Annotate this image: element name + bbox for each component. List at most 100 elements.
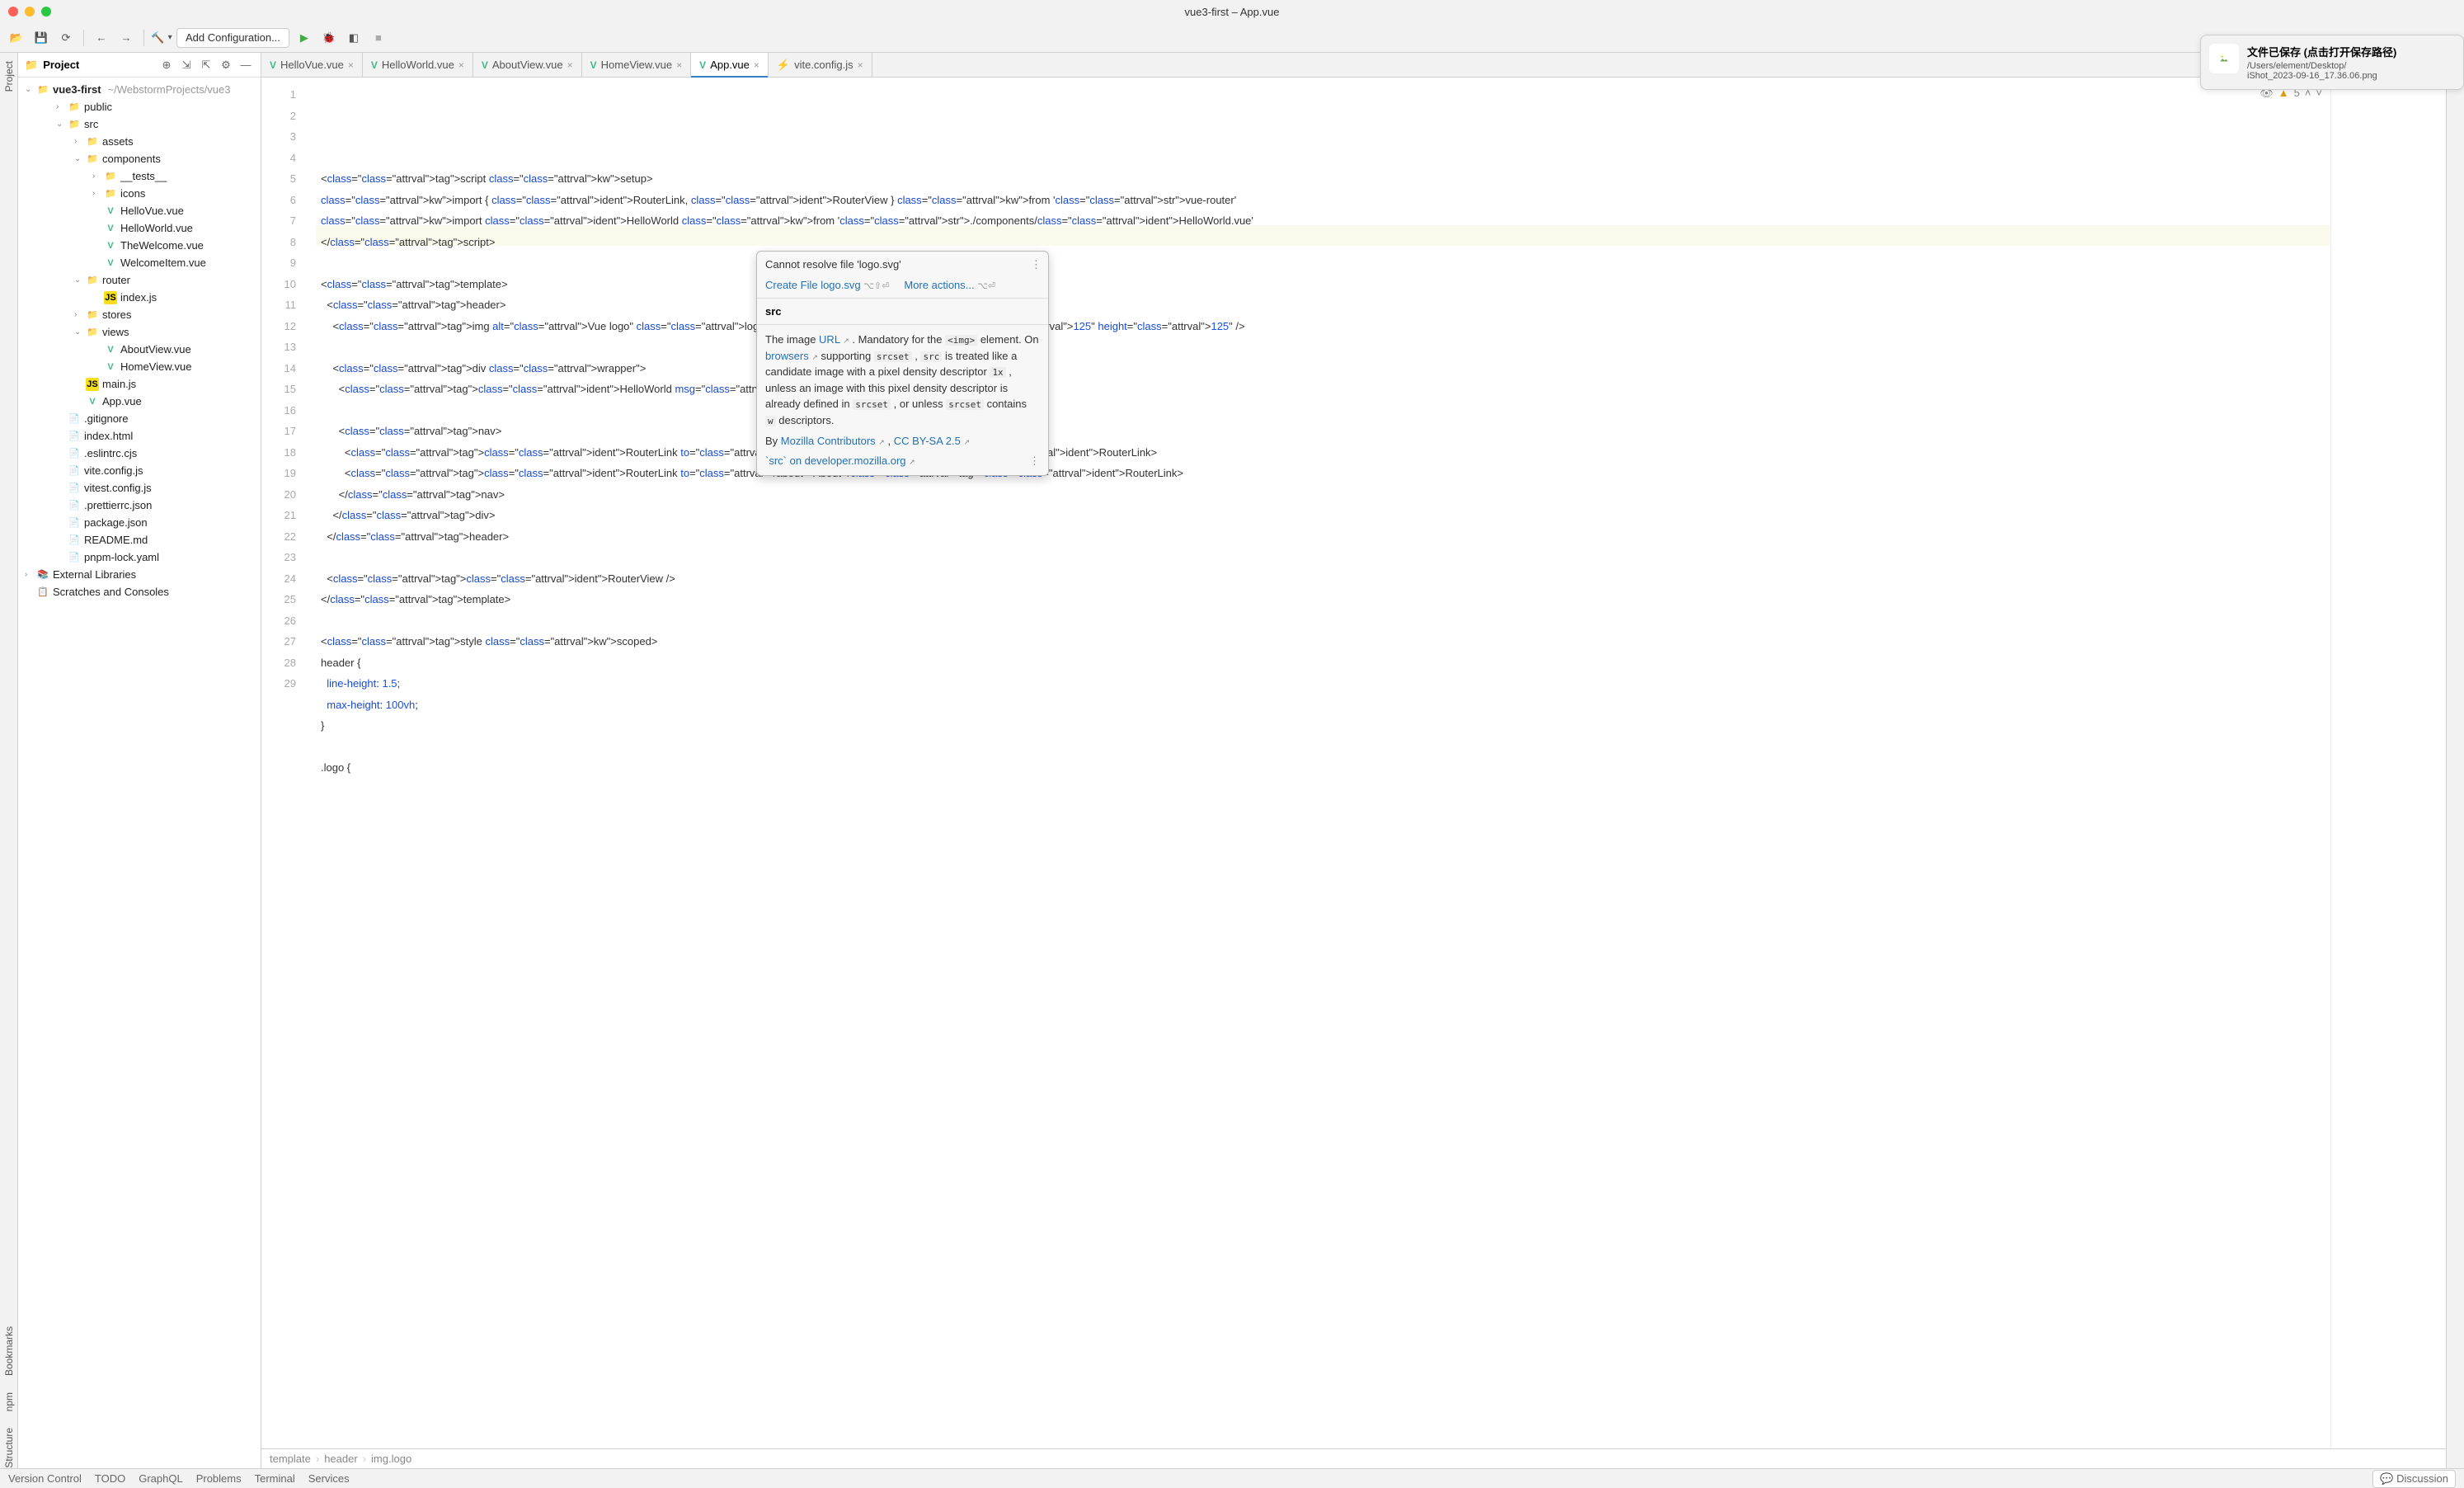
tree-item[interactable]: JSindex.js	[18, 289, 261, 306]
tree-item[interactable]: 📄pnpm-lock.yaml	[18, 549, 261, 566]
tree-item[interactable]: 📄vite.config.js	[18, 462, 261, 479]
editor-tab[interactable]: VAboutView.vue×	[473, 53, 582, 77]
popup-menu-icon[interactable]: ⋮	[1029, 453, 1040, 469]
fold-gutter[interactable]	[303, 78, 316, 1448]
titlebar: vue3-first – App.vue	[0, 0, 2464, 23]
tree-item[interactable]: 📄vitest.config.js	[18, 479, 261, 497]
close-tab-icon[interactable]: ×	[676, 59, 682, 71]
tree-item[interactable]: ⌄📁components	[18, 150, 261, 167]
tree-item[interactable]: 📄README.md	[18, 531, 261, 549]
locate-icon[interactable]: ⊕	[158, 57, 175, 73]
build-config-icon[interactable]: 🔨	[152, 28, 172, 48]
status-item[interactable]: GraphQL	[139, 1472, 182, 1485]
tree-item[interactable]: VApp.vue	[18, 393, 261, 410]
breadcrumb-item[interactable]: header	[324, 1453, 357, 1465]
back-icon[interactable]: ←	[92, 28, 111, 48]
image-icon	[2209, 44, 2239, 73]
tool-project[interactable]: Project	[3, 61, 15, 92]
tree-item[interactable]: VHelloVue.vue	[18, 202, 261, 219]
close-tab-icon[interactable]: ×	[458, 59, 464, 71]
save-icon[interactable]: 💾	[31, 28, 51, 48]
editor-tab[interactable]: VHelloWorld.vue×	[363, 53, 473, 77]
status-item[interactable]: TODO	[95, 1472, 125, 1485]
run-icon[interactable]: ▶	[294, 28, 314, 48]
status-item[interactable]: Terminal	[255, 1472, 295, 1485]
license-link[interactable]: CC BY-SA 2.5 ↗	[894, 435, 970, 447]
tree-item[interactable]: ›📁icons	[18, 185, 261, 202]
code-editor[interactable]: 👁 ▲5 ˄ ˅ <class="class="attrval">tag">sc…	[316, 78, 2330, 1448]
scratches[interactable]: 📋Scratches and Consoles	[18, 583, 261, 600]
tree-item[interactable]: ›📁__tests__	[18, 167, 261, 185]
tree-item[interactable]: VWelcomeItem.vue	[18, 254, 261, 271]
error-stripe[interactable]	[2330, 78, 2446, 1448]
project-view-title[interactable]: Project	[43, 59, 153, 71]
create-file-action[interactable]: Create File logo.svg	[765, 279, 861, 291]
more-actions[interactable]: More actions...	[904, 279, 974, 291]
discussion-widget[interactable]: 💬 Discussion	[2372, 1470, 2456, 1488]
notification-toast[interactable]: 文件已保存 (点击打开保存路径) /Users/element/Desktop/…	[2200, 35, 2464, 90]
doc-section-label: src	[765, 305, 782, 318]
notification-title: 文件已保存 (点击打开保存路径)	[2247, 44, 2455, 59]
tree-item[interactable]: 📄index.html	[18, 427, 261, 445]
browsers-link[interactable]: browsers ↗	[765, 350, 818, 362]
close-tab-icon[interactable]: ×	[858, 59, 863, 71]
hide-icon[interactable]: —	[237, 57, 254, 73]
tree-item[interactable]: JSmain.js	[18, 375, 261, 393]
mdn-link[interactable]: `src` on developer.mozilla.org ↗	[765, 453, 915, 469]
tree-item[interactable]: ⌄📁src	[18, 115, 261, 133]
popup-title: Cannot resolve file 'logo.svg'	[765, 258, 901, 271]
tree-item[interactable]: VTheWelcome.vue	[18, 237, 261, 254]
status-item[interactable]: Version Control	[8, 1472, 82, 1485]
inspection-popup: Cannot resolve file 'logo.svg' ⋮ Create …	[756, 251, 1049, 476]
url-link[interactable]: URL ↗	[819, 333, 849, 346]
editor-tab[interactable]: VHomeView.vue×	[582, 53, 692, 77]
forward-icon[interactable]: →	[116, 28, 136, 48]
tree-item[interactable]: VHelloWorld.vue	[18, 219, 261, 237]
collapse-all-icon[interactable]: ⇱	[198, 57, 214, 73]
tree-item[interactable]: 📄.eslintrc.cjs	[18, 445, 261, 462]
breadcrumb-item[interactable]: img.logo	[371, 1453, 411, 1465]
breadcrumb-item[interactable]: template	[270, 1453, 311, 1465]
coverage-icon[interactable]: ◧	[344, 28, 364, 48]
stop-icon[interactable]: ■	[369, 28, 388, 48]
tool-bookmarks[interactable]: Bookmarks	[3, 1326, 15, 1376]
editor-tab[interactable]: VHelloVue.vue×	[261, 53, 363, 77]
debug-icon[interactable]: 🐞	[319, 28, 339, 48]
status-item[interactable]: Problems	[196, 1472, 242, 1485]
breadcrumb-bar[interactable]: template›header›img.logo	[261, 1448, 2446, 1468]
tool-npm[interactable]: npm	[3, 1392, 15, 1411]
contributors-link[interactable]: Mozilla Contributors ↗	[781, 435, 885, 447]
tree-item[interactable]: ⌄📁router	[18, 271, 261, 289]
tree-item[interactable]: ›📁assets	[18, 133, 261, 150]
tool-structure[interactable]: Structure	[3, 1428, 15, 1468]
zoom-window[interactable]	[41, 7, 51, 16]
minimize-window[interactable]	[25, 7, 35, 16]
editor-tab[interactable]: VApp.vue×	[691, 53, 769, 77]
editor-tab[interactable]: ⚡vite.config.js×	[769, 53, 872, 77]
tree-item[interactable]: 📄.prettierrc.json	[18, 497, 261, 514]
folder-icon: 📁	[25, 59, 38, 72]
run-configuration-selector[interactable]: Add Configuration...	[176, 28, 289, 48]
tree-root[interactable]: ⌄📁 vue3-first~/WebstormProjects/vue3	[18, 81, 261, 98]
status-item[interactable]: Services	[308, 1472, 350, 1485]
external-libraries[interactable]: ›📚External Libraries	[18, 566, 261, 583]
settings-icon[interactable]: ⚙	[218, 57, 234, 73]
tree-item[interactable]: ›📁public	[18, 98, 261, 115]
tree-item[interactable]: ⌄📁views	[18, 323, 261, 341]
close-tab-icon[interactable]: ×	[567, 59, 573, 71]
tree-item[interactable]: 📄.gitignore	[18, 410, 261, 427]
project-tree[interactable]: ⌄📁 vue3-first~/WebstormProjects/vue3 ›📁p…	[18, 78, 261, 1468]
tree-item[interactable]: ›📁stores	[18, 306, 261, 323]
reload-icon[interactable]: ⟳	[56, 28, 76, 48]
close-tab-icon[interactable]: ×	[348, 59, 354, 71]
line-number-gutter[interactable]: 1234567891011121314151617181920212223242…	[261, 78, 303, 1448]
tree-item[interactable]: 📄package.json	[18, 514, 261, 531]
close-tab-icon[interactable]: ×	[754, 59, 759, 71]
tree-item[interactable]: VAboutView.vue	[18, 341, 261, 358]
open-icon[interactable]: 📂	[7, 28, 26, 48]
expand-all-icon[interactable]: ⇲	[178, 57, 195, 73]
close-window[interactable]	[8, 7, 18, 16]
popup-more-icon[interactable]: ⋮	[1031, 258, 1042, 271]
window-title: vue3-first – App.vue	[1185, 6, 1280, 18]
tree-item[interactable]: VHomeView.vue	[18, 358, 261, 375]
